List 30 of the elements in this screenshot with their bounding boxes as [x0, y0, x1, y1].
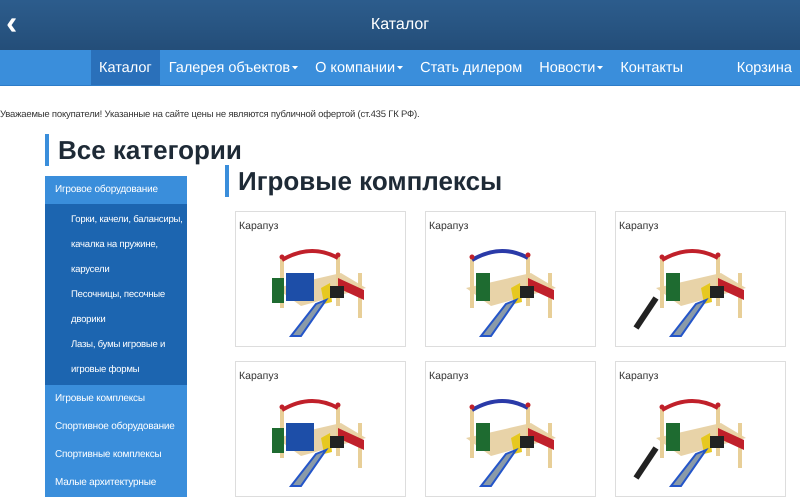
subcategory-link[interactable]: Лазы, бумы игровые и игровые формы: [71, 332, 187, 382]
product-card[interactable]: Карапуз: [235, 361, 406, 497]
product-card[interactable]: Карапуз: [235, 211, 406, 347]
product-card[interactable]: Карапуз: [425, 211, 596, 347]
nav-link[interactable]: Стать дилером: [412, 50, 530, 85]
product-name: Карапуз: [619, 370, 660, 382]
nav-link[interactable]: Галерея объектов: [160, 50, 306, 85]
notice-text: Уважаемые покупатели! Указанные на сайте цены не являются публичной офертой (ст.435 ГК РФ).: [0, 108, 420, 120]
nav-link[interactable]: Каталог: [91, 50, 160, 85]
back-button[interactable]: ‹: [2, 8, 22, 38]
product-card[interactable]: Карапуз: [615, 361, 786, 497]
product-name: Карапуз: [429, 220, 470, 232]
nav-link[interactable]: Корзина: [728, 50, 800, 85]
product-name: Карапуз: [239, 370, 280, 382]
nav-link[interactable]: Контакты: [612, 50, 691, 85]
nav-link[interactable]: Новости: [531, 50, 612, 85]
caret-icon: [597, 66, 604, 70]
product-card[interactable]: Карапуз: [615, 211, 786, 347]
product-card[interactable]: Карапуз: [425, 361, 596, 497]
product-name: Карапуз: [429, 370, 470, 382]
subcategory-link[interactable]: Горки, качели, балансиры, качалка на пружине, карусели: [71, 207, 187, 282]
nav-link[interactable]: О компании: [307, 50, 412, 85]
subcategory-link[interactable]: Песочницы, песочные дворики: [71, 282, 187, 332]
caret-icon: [397, 66, 404, 70]
product-name: Карапуз: [239, 220, 280, 232]
section-heading: Все категории: [45, 134, 242, 166]
page-title: Каталог: [370, 16, 430, 34]
product-name: Карапуз: [619, 220, 660, 232]
caret-icon: [292, 66, 298, 70]
section-heading: Игровые комплексы: [225, 165, 502, 197]
